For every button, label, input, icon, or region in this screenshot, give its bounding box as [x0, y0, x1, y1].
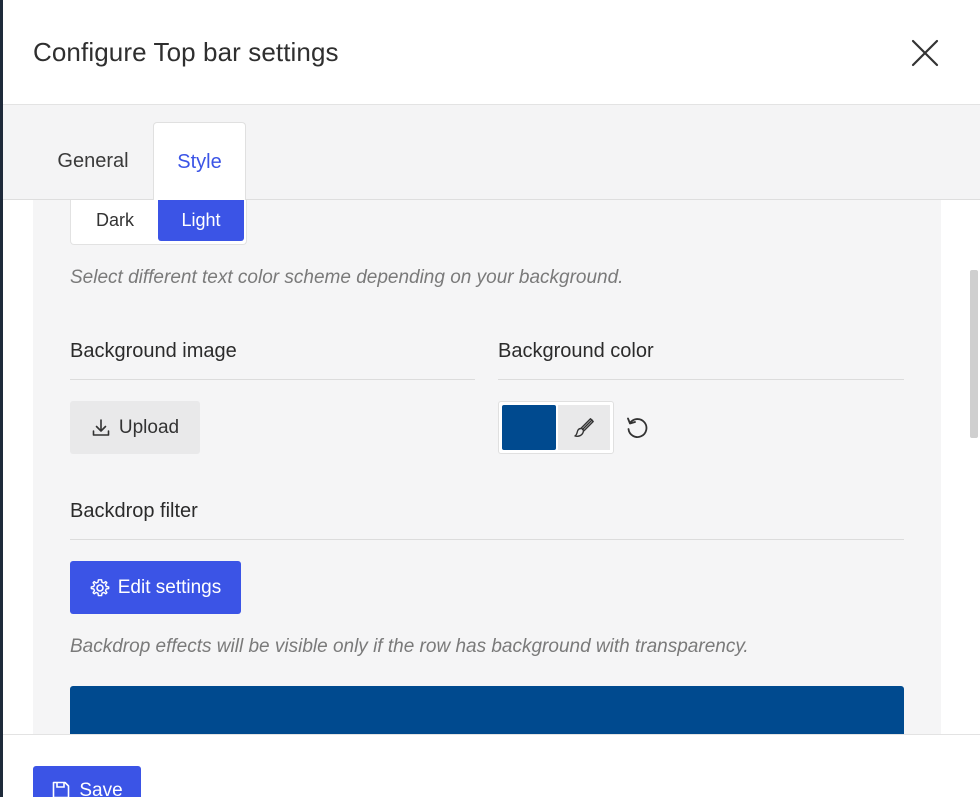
color-picker-button[interactable]: [558, 405, 610, 450]
save-button[interactable]: Save: [33, 766, 141, 797]
edit-settings-button[interactable]: Edit settings: [70, 561, 241, 614]
dialog-title: Configure Top bar settings: [33, 37, 339, 67]
save-label: Save: [79, 780, 123, 797]
style-panel: Dark Light Select different text color s…: [33, 200, 941, 734]
gear-icon: [90, 578, 110, 598]
brush-icon: [574, 417, 594, 437]
download-icon: [91, 418, 111, 438]
text-scheme-hint: Select different text color scheme depen…: [70, 267, 624, 288]
backdrop-hint: Backdrop effects will be visible only if…: [70, 636, 749, 657]
scrollbar-thumb[interactable]: [970, 270, 978, 438]
tab-style[interactable]: Style: [153, 122, 246, 201]
save-icon: [51, 780, 71, 797]
tab-content: Dark Light Select different text color s…: [3, 200, 980, 734]
dialog-footer: Save: [3, 734, 980, 797]
reset-color-button[interactable]: [623, 414, 651, 442]
dialog-header: Configure Top bar settings: [3, 0, 980, 105]
settings-dialog: Configure Top bar settings General Style…: [3, 0, 980, 797]
reset-icon: [627, 417, 648, 438]
tab-general[interactable]: General: [33, 122, 153, 200]
background-color-label: Background color: [498, 340, 904, 380]
edit-settings-label: Edit settings: [117, 576, 222, 598]
backdrop-filter-label: Backdrop filter: [70, 500, 904, 540]
scheme-light-button[interactable]: Light: [158, 200, 244, 241]
upload-label: Upload: [118, 416, 180, 438]
scheme-dark-button[interactable]: Dark: [71, 200, 159, 241]
text-scheme-toggle: Dark Light: [70, 200, 247, 245]
color-swatch[interactable]: [502, 405, 556, 450]
tab-bar: General Style: [3, 105, 980, 201]
close-button[interactable]: [908, 36, 942, 70]
color-picker-group: [498, 401, 614, 454]
upload-button[interactable]: Upload: [70, 401, 200, 454]
background-preview: [70, 686, 904, 734]
background-image-label: Background image: [70, 340, 475, 380]
close-icon: [911, 39, 939, 67]
